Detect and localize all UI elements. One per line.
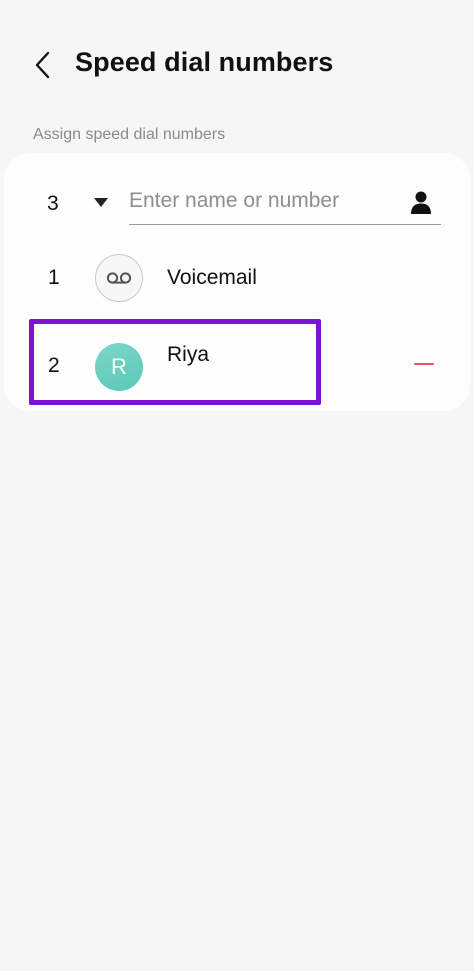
avatar: R (95, 343, 143, 391)
list-item-voicemail[interactable]: 1 Voicemail (4, 239, 470, 317)
chevron-left-icon (35, 51, 50, 79)
person-icon (411, 191, 431, 214)
assign-number: 3 (47, 192, 59, 215)
page-title: Speed dial numbers (75, 47, 334, 77)
contacts-button[interactable] (407, 187, 435, 217)
minus-icon (414, 363, 434, 365)
name-or-number-input[interactable] (129, 183, 389, 219)
caret-down-icon (94, 197, 108, 207)
list-item-riya[interactable]: 2 R Riya (4, 325, 470, 403)
speed-dial-number: 2 (48, 354, 60, 377)
speed-dial-number: 1 (48, 266, 60, 289)
search-field-wrap (129, 183, 441, 225)
remove-button[interactable] (412, 355, 436, 373)
back-button[interactable] (26, 46, 60, 84)
voicemail-icon (106, 272, 132, 284)
section-label: Assign speed dial numbers (33, 126, 226, 143)
app-header: Speed dial numbers (0, 0, 474, 130)
voicemail-avatar (95, 254, 143, 302)
contact-name: Riya (167, 343, 210, 366)
contact-name: Voicemail (167, 266, 257, 289)
number-dropdown[interactable] (90, 193, 112, 211)
